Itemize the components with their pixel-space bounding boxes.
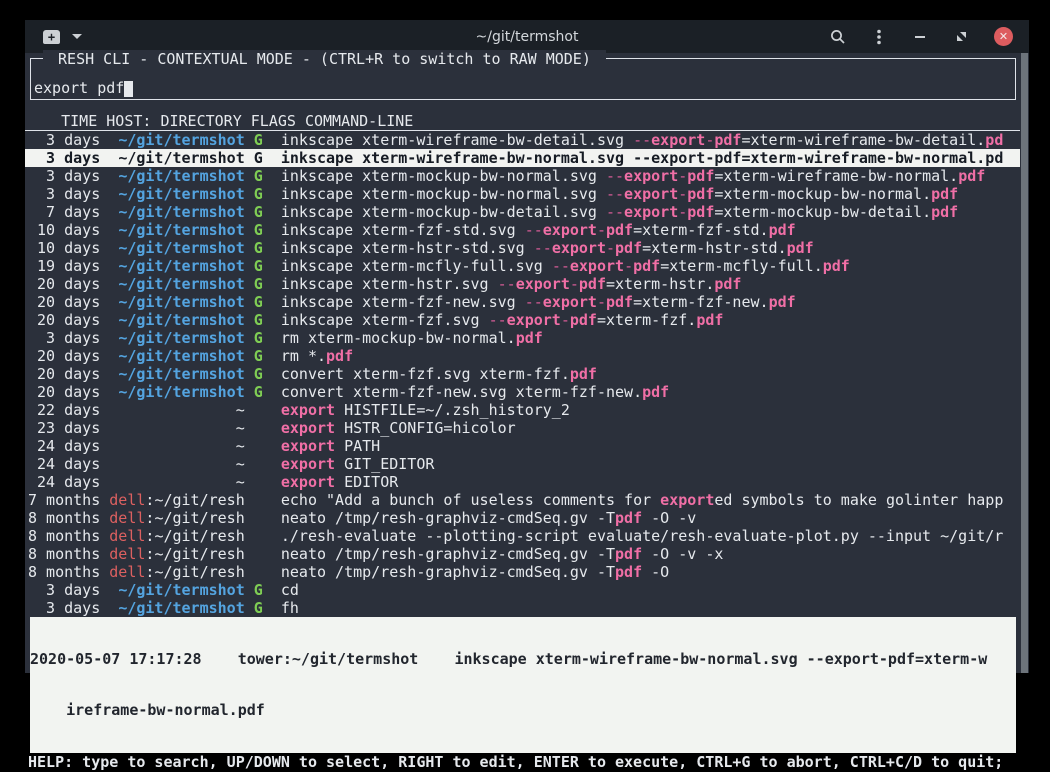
search-button[interactable] [830, 29, 846, 45]
search-input[interactable]: export pdf [34, 79, 133, 97]
minimize-icon [915, 36, 925, 38]
history-row[interactable]: 3 days ~/git/termshot G inkscape xterm-m… [25, 167, 1020, 185]
history-row[interactable]: 3 days ~/git/termshot G inkscape xterm-m… [25, 185, 1020, 203]
history-row[interactable]: 20 days ~/git/termshot G inkscape xterm-… [25, 311, 1020, 329]
history-row[interactable]: 20 days ~/git/termshot G inkscape xterm-… [25, 275, 1020, 293]
history-row[interactable]: 3 days ~/git/termshot G inkscape xterm-w… [25, 131, 1020, 149]
history-rows: 3 days ~/git/termshot G inkscape xterm-w… [25, 131, 1020, 617]
titlebar: + ~/git/termshot [25, 20, 1029, 53]
search-panel: RESH CLI - CONTEXTUAL MODE - (CTRL+R to … [30, 58, 1016, 100]
history-row-selected[interactable]: 3 days ~/git/termshot G inkscape xterm-w… [25, 149, 1020, 167]
history-row[interactable]: 20 days ~/git/termshot G inkscape xterm-… [25, 293, 1020, 311]
history-row[interactable]: 23 days ~ export HSTR_CONFIG=hicolor [25, 419, 1020, 437]
history-row[interactable]: 10 days ~/git/termshot G inkscape xterm-… [25, 239, 1020, 257]
status-bar: 2020-05-07 17:17:28 tower:~/git/termshot… [30, 617, 1016, 753]
search-query-text: export pdf [34, 79, 124, 97]
table-header: TIME HOST: DIRECTORY FLAGS COMMAND-LINE [25, 112, 1020, 131]
history-row[interactable]: 3 days ~/git/termshot G rm xterm-mockup-… [25, 329, 1020, 347]
history-row[interactable]: 3 days ~/git/termshot G cd [25, 581, 1020, 599]
menu-button[interactable] [871, 29, 887, 45]
history-row[interactable]: 7 months dell:~/git/resh echo "Add a bun… [25, 491, 1020, 509]
close-icon: ✕ [999, 31, 1008, 42]
history-row[interactable]: 19 days ~/git/termshot G inkscape xterm-… [25, 257, 1020, 275]
status-line-1: 2020-05-07 17:17:28 tower:~/git/termshot… [30, 651, 1016, 668]
history-row[interactable]: 22 days ~ export HISTFILE=~/.zsh_history… [25, 401, 1020, 419]
titlebar-right-group: ✕ [830, 27, 1013, 46]
terminal-window: + ~/git/termshot [25, 20, 1029, 673]
history-row[interactable]: 8 months dell:~/git/resh ./resh-evaluate… [25, 527, 1020, 545]
scrollbar[interactable] [1021, 53, 1028, 673]
terminal-content: RESH CLI - CONTEXTUAL MODE - (CTRL+R to … [25, 58, 1029, 678]
history-row[interactable]: 20 days ~/git/termshot G convert xterm-f… [25, 365, 1020, 383]
history-row[interactable]: 24 days ~ export GIT_EDITOR [25, 455, 1020, 473]
search-panel-title: RESH CLI - CONTEXTUAL MODE - (CTRL+R to … [43, 50, 606, 68]
history-row[interactable]: 24 days ~ export EDITOR [25, 473, 1020, 491]
history-row[interactable]: 24 days ~ export PATH [25, 437, 1020, 455]
history-row[interactable]: 3 days ~/git/termshot G fh [25, 599, 1020, 617]
minimize-button[interactable] [912, 29, 928, 45]
close-button[interactable]: ✕ [994, 27, 1013, 46]
history-row[interactable]: 20 days ~/git/termshot G convert xterm-f… [25, 383, 1020, 401]
text-cursor [124, 81, 133, 97]
history-row[interactable]: 7 days ~/git/termshot G inkscape xterm-m… [25, 203, 1020, 221]
history-row[interactable]: 20 days ~/git/termshot G rm *.pdf [25, 347, 1020, 365]
restore-icon [956, 31, 967, 42]
history-row[interactable]: 8 months dell:~/git/resh neato /tmp/resh… [25, 563, 1020, 581]
history-row[interactable]: 10 days ~/git/termshot G inkscape xterm-… [25, 221, 1020, 239]
restore-button[interactable] [953, 29, 969, 45]
history-row[interactable]: 8 months dell:~/git/resh neato /tmp/resh… [25, 509, 1020, 527]
history-row[interactable]: 8 months dell:~/git/resh neato /tmp/resh… [25, 545, 1020, 563]
search-icon [830, 29, 846, 45]
status-line-2: ireframe-bw-normal.pdf [30, 702, 1016, 719]
kebab-menu-icon [877, 29, 881, 45]
help-line: HELP: type to search, UP/DOWN to select,… [25, 753, 1029, 772]
